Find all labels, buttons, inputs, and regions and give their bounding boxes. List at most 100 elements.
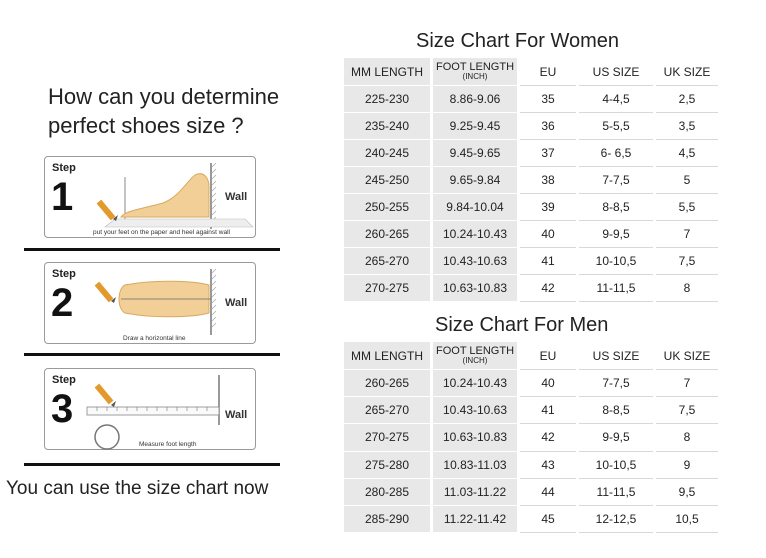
- table-row: 270-275 10.63-10.83 42 9-9,5 8: [344, 424, 718, 452]
- cell-uk-size: 3,5: [656, 113, 718, 140]
- cell-mm-length: 270-275: [344, 275, 430, 302]
- step-1-wall-label: Wall: [225, 191, 248, 203]
- women-table-body: 225-230 8.86-9.06 35 4-4,5 2,5 235-240 9.25-9.…: [344, 86, 718, 302]
- cell-eu: 42: [520, 275, 576, 302]
- cell-foot-length: 9.84-10.04: [433, 194, 517, 221]
- table-row: 240-245 9.45-9.65 37 6- 6,5 4,5: [344, 140, 718, 167]
- cell-mm-length: 260-265: [344, 221, 430, 248]
- step-3-wall-label: Wall: [225, 409, 248, 421]
- step-3-panel: Step 3 Wall Measure foot length: [44, 368, 256, 450]
- cell-us-size: 5-5,5: [579, 113, 653, 140]
- table-row: 270-275 10.63-10.83 42 11-11,5 8: [344, 275, 718, 302]
- guide-question-line1: How can you determine: [48, 84, 280, 109]
- table-row: 280-285 11.03-11.22 44 11-11,5 9,5: [344, 478, 718, 506]
- cell-uk-size: 7,5: [656, 397, 718, 425]
- cell-us-size: 11-11,5: [579, 275, 653, 302]
- cell-uk-size: 4,5: [656, 140, 718, 167]
- cell-foot-length: 9.25-9.45: [433, 113, 517, 140]
- header-foot-length-sub: (INCH): [462, 72, 488, 81]
- separator-2: [24, 353, 280, 356]
- cell-foot-length: 10.63-10.83: [433, 275, 517, 302]
- cell-mm-length: 260-265: [344, 370, 430, 398]
- cell-uk-size: 5: [656, 167, 718, 194]
- cell-foot-length: 10.63-10.83: [433, 424, 517, 452]
- guide-question: How can you determine perfect shoes size…: [48, 82, 338, 140]
- table-row: 250-255 9.84-10.04 39 8-8,5 5,5: [344, 194, 718, 221]
- cell-eu: 45: [520, 506, 576, 534]
- separator-3: [24, 463, 280, 466]
- cell-mm-length: 225-230: [344, 86, 430, 113]
- table-row: 275-280 10.83-11.03 43 10-10,5 9: [344, 451, 718, 479]
- header-eu: EU: [520, 342, 576, 370]
- header-us-size: US SIZE: [579, 342, 653, 370]
- cell-foot-length: 11.22-11.42: [433, 505, 517, 534]
- cell-foot-length: 11.03-11.22: [433, 478, 517, 506]
- cell-eu: 40: [520, 370, 576, 398]
- cell-mm-length: 265-270: [344, 248, 430, 275]
- header-foot-length: FOOT LENGTH (INCH): [433, 58, 517, 86]
- table-row: 245-250 9.65-9.84 38 7-7,5 5: [344, 167, 718, 194]
- cell-us-size: 10-10,5: [579, 248, 653, 275]
- cell-mm-length: 285-290: [344, 505, 430, 534]
- table-row: 225-230 8.86-9.06 35 4-4,5 2,5: [344, 86, 718, 113]
- cell-eu: 37: [520, 140, 576, 167]
- table-row: 260-265 10.24-10.43 40 9-9,5 7: [344, 221, 718, 248]
- separator-1: [24, 248, 280, 251]
- men-table-title: Size Chart For Men: [435, 314, 609, 336]
- step-2-wall-label: Wall: [225, 297, 248, 309]
- cell-uk-size: 9: [656, 452, 718, 479]
- cell-eu: 42: [520, 424, 576, 452]
- cell-us-size: 4-4,5: [579, 86, 653, 113]
- cell-foot-length: 10.83-11.03: [433, 451, 517, 479]
- cell-uk-size: 7,5: [656, 248, 718, 275]
- cell-us-size: 9-9,5: [579, 424, 653, 452]
- header-mm-length: MM LENGTH: [344, 58, 430, 86]
- guide-footer: You can use the size chart now: [6, 478, 269, 499]
- cell-uk-size: 8: [656, 275, 718, 302]
- step-2-panel: Step 2 Wall Draw a horizontal line: [44, 262, 256, 344]
- header-foot-length: FOOT LENGTH (INCH): [433, 342, 517, 370]
- cell-eu: 35: [520, 86, 576, 113]
- table-row: 260-265 10.24-10.43 40 7-7,5 7: [344, 370, 718, 398]
- table-row: 235-240 9.25-9.45 36 5-5,5 3,5: [344, 113, 718, 140]
- cell-us-size: 7-7,5: [579, 167, 653, 194]
- women-size-table: MM LENGTH FOOT LENGTH (INCH) EU US SIZE …: [341, 58, 721, 302]
- cell-us-size: 8-8,5: [579, 397, 653, 425]
- cell-us-size: 10-10,5: [579, 452, 653, 479]
- cell-us-size: 8-8,5: [579, 194, 653, 221]
- men-table-body: 260-265 10.24-10.43 40 7-7,5 7 265-270 10.43-1…: [344, 370, 718, 534]
- header-uk-size: UK SIZE: [656, 58, 718, 86]
- cell-eu: 40: [520, 221, 576, 248]
- cell-mm-length: 275-280: [344, 451, 430, 479]
- women-header-row: MM LENGTH FOOT LENGTH (INCH) EU US SIZE …: [344, 58, 718, 86]
- step-1-panel: Step 1 Wall put your feet on the paper a…: [44, 156, 256, 238]
- cell-us-size: 7-7,5: [579, 370, 653, 398]
- cell-foot-length: 8.86-9.06: [433, 86, 517, 113]
- men-size-table: MM LENGTH FOOT LENGTH (INCH) EU US SIZE …: [341, 342, 721, 534]
- cell-uk-size: 10,5: [656, 506, 718, 534]
- step-3-caption: Measure foot length: [139, 441, 197, 448]
- cell-uk-size: 9,5: [656, 479, 718, 506]
- cell-us-size: 12-12,5: [579, 506, 653, 534]
- cell-mm-length: 235-240: [344, 113, 430, 140]
- header-eu: EU: [520, 58, 576, 86]
- cell-uk-size: 5,5: [656, 194, 718, 221]
- cell-foot-length: 9.45-9.65: [433, 140, 517, 167]
- table-row: 285-290 11.22-11.42 45 12-12,5 10,5: [344, 505, 718, 534]
- men-header-row: MM LENGTH FOOT LENGTH (INCH) EU US SIZE …: [344, 342, 718, 370]
- cell-uk-size: 7: [656, 221, 718, 248]
- cell-mm-length: 240-245: [344, 140, 430, 167]
- cell-mm-length: 265-270: [344, 397, 430, 425]
- cell-uk-size: 7: [656, 370, 718, 398]
- cell-us-size: 9-9,5: [579, 221, 653, 248]
- cell-mm-length: 250-255: [344, 194, 430, 221]
- cell-foot-length: 9.65-9.84: [433, 167, 517, 194]
- cell-eu: 38: [520, 167, 576, 194]
- women-table-title: Size Chart For Women: [416, 30, 620, 52]
- cell-mm-length: 270-275: [344, 424, 430, 452]
- header-uk-size: UK SIZE: [656, 342, 718, 370]
- cell-eu: 41: [520, 248, 576, 275]
- header-us-size: US SIZE: [579, 58, 653, 86]
- cell-eu: 41: [520, 397, 576, 425]
- cell-uk-size: 2,5: [656, 86, 718, 113]
